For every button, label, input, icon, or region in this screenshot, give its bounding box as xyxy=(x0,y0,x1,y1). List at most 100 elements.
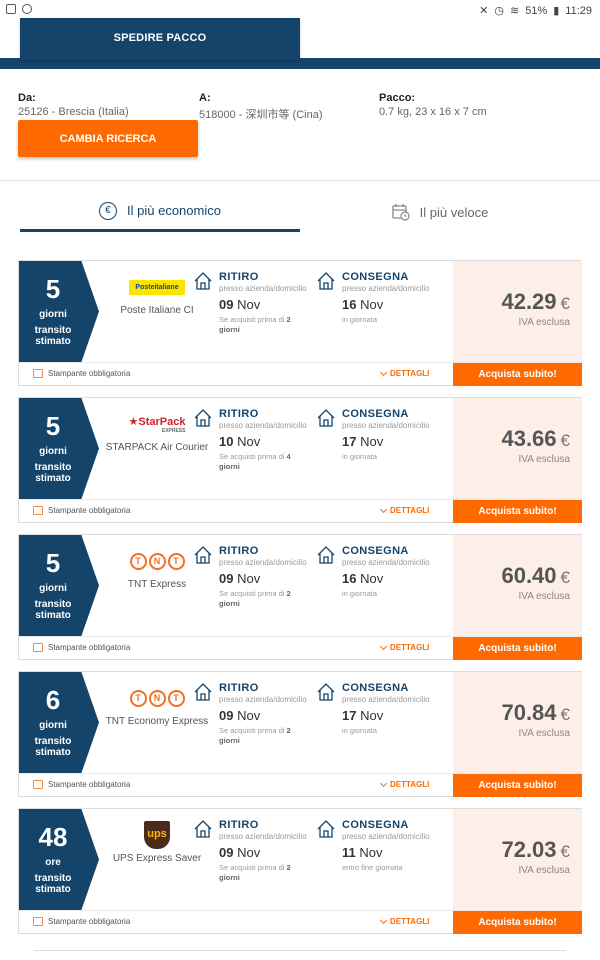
printer-icon xyxy=(33,369,43,378)
transit-unit: giorni xyxy=(39,446,67,457)
pickup-title: RITIRO xyxy=(219,682,259,694)
transit-badge: 5 giorni transito stimato xyxy=(19,261,99,362)
price: 72.03 € xyxy=(501,837,570,862)
chevron-down-icon xyxy=(379,779,388,787)
price-box: 60.40 € IVA esclusa xyxy=(453,535,582,636)
offer-footer: Stampante obbligatoria DETTAGLI Acquista… xyxy=(19,910,582,934)
pickup-subtitle: presso azienda/domicilio xyxy=(219,558,307,567)
pickup-title: RITIRO xyxy=(219,545,259,557)
price-box: 42.29 € IVA esclusa xyxy=(453,261,582,362)
delivery-title: CONSEGNA xyxy=(342,819,409,831)
details-link[interactable]: DETTAGLI xyxy=(379,505,429,515)
tab-ship-package[interactable]: SPEDIRE PACCO xyxy=(20,18,300,60)
price-box: 43.66 € IVA esclusa xyxy=(453,398,582,499)
delivery-subtitle: presso azienda/domicilio xyxy=(342,284,430,293)
pickup-subtitle: presso azienda/domicilio xyxy=(219,421,307,430)
pickup-subtitle: presso azienda/domicilio xyxy=(219,832,307,841)
house-icon xyxy=(194,272,212,290)
pickup-note: Se acquisti prima di 2 giorni xyxy=(219,726,291,745)
package-value: 0.7 kg, 23 x 16 x 7 cm xyxy=(379,106,487,118)
buy-now-button[interactable]: Acquista subito! xyxy=(453,911,582,934)
pickup-note: Se acquisti prima di 2 giorni xyxy=(219,589,291,608)
delivery-title: CONSEGNA xyxy=(342,682,409,694)
offer-footer: Stampante obbligatoria DETTAGLI Acquista… xyxy=(19,499,582,523)
origin-label: Da: xyxy=(18,92,36,104)
pickup-title: RITIRO xyxy=(219,271,259,283)
offer-card: 5 giorni transito stimato ★StarPack EXPRES… xyxy=(18,397,582,523)
transit-unit: giorni xyxy=(39,309,67,320)
pickup-date: 09 Nov xyxy=(219,297,261,312)
footer-divider xyxy=(34,950,566,951)
details-link[interactable]: DETTAGLI xyxy=(379,779,429,789)
buy-now-button[interactable]: Acquista subito! xyxy=(453,637,582,660)
tab-fastest[interactable]: Il più veloce xyxy=(300,192,580,232)
house-icon xyxy=(317,820,335,838)
pickup-date: 09 Nov xyxy=(219,708,261,723)
status-left xyxy=(6,4,32,14)
carrier-name: TNT Economy Express xyxy=(105,716,209,727)
offer-card: 5 giorni transito stimato TNT TNT Express… xyxy=(18,534,582,660)
delivery-note: in giornata xyxy=(342,452,378,461)
vat-note: IVA esclusa xyxy=(518,728,570,739)
tab-cheapest[interactable]: € Il più economico xyxy=(20,192,300,232)
price: 42.29 € xyxy=(501,289,570,314)
chevron-down-icon xyxy=(379,368,388,376)
printer-required: Stampante obbligatoria xyxy=(33,506,130,515)
pickup-note: Se acquisti prima di 4 giorni xyxy=(219,452,291,471)
details-link[interactable]: DETTAGLI xyxy=(379,916,429,926)
details-link[interactable]: DETTAGLI xyxy=(379,368,429,378)
poste-italiane-logo: Posteitaliane xyxy=(129,279,185,295)
printer-required: Stampante obbligatoria xyxy=(33,917,130,926)
printer-icon xyxy=(33,506,43,515)
transit-number: 48 xyxy=(38,822,68,852)
buy-now-button[interactable]: Acquista subito! xyxy=(453,774,582,797)
transit-number: 6 xyxy=(45,685,61,715)
transit-number: 5 xyxy=(45,274,61,304)
transit-unit: giorni xyxy=(39,583,67,594)
euro-icon: € xyxy=(99,201,118,220)
change-search-button[interactable]: CAMBIA RICERCA xyxy=(18,120,198,157)
offer-footer: Stampante obbligatoria DETTAGLI Acquista… xyxy=(19,773,582,797)
wifi-icon: ≋ xyxy=(509,5,520,17)
tab-cheapest-label: Il più economico xyxy=(127,203,221,218)
transit-badge: 6 giorni transito stimato xyxy=(19,672,99,773)
delivery-subtitle: presso azienda/domicilio xyxy=(342,695,430,704)
transit-label: transito stimato xyxy=(34,599,72,621)
carrier-name: Poste Italiane CI xyxy=(120,305,194,316)
transit-label: transito stimato xyxy=(34,462,72,484)
offer-card: 6 giorni transito stimato TNT TNT Economy… xyxy=(18,671,582,797)
delivery-note: in giornata xyxy=(342,726,378,735)
battery-level: 51% xyxy=(525,4,548,17)
house-icon xyxy=(317,409,335,427)
delivery-date: 17 Nov xyxy=(342,708,384,723)
house-icon xyxy=(317,272,335,290)
transit-unit: ore xyxy=(45,857,61,868)
delivery-note: in giornata xyxy=(342,589,378,598)
printer-required: Stampante obbligatoria xyxy=(33,369,130,378)
price: 43.66 € xyxy=(501,426,570,451)
details-link[interactable]: DETTAGLI xyxy=(379,642,429,652)
vat-note: IVA esclusa xyxy=(518,865,570,876)
house-icon xyxy=(317,683,335,701)
printer-required: Stampante obbligatoria xyxy=(33,780,130,789)
printer-icon xyxy=(33,780,43,789)
delivery-date: 11 Nov xyxy=(342,845,383,860)
package-info: Pacco: 0.7 kg, 23 x 16 x 7 cm xyxy=(379,92,487,118)
transit-label: transito stimato xyxy=(34,736,72,758)
tnt-logo: TNT xyxy=(129,552,185,570)
chevron-down-icon xyxy=(379,505,388,513)
pickup-note: Se acquisti prima di 2 giorni xyxy=(219,863,291,882)
vat-note: IVA esclusa xyxy=(518,454,570,465)
printer-icon xyxy=(33,917,43,926)
buy-now-button[interactable]: Acquista subito! xyxy=(453,363,582,386)
delivery-title: CONSEGNA xyxy=(342,545,409,557)
transit-badge: 5 giorni transito stimato xyxy=(19,535,99,636)
delivery-date: 17 Nov xyxy=(342,434,384,449)
clock: 11:29 xyxy=(565,4,592,17)
origin-value: 25126 - Brescia (Italia) xyxy=(18,106,129,118)
package-label: Pacco: xyxy=(379,92,416,104)
pickup-title: RITIRO xyxy=(219,819,259,831)
transit-badge: 48 ore transito stimato xyxy=(19,809,99,910)
buy-now-button[interactable]: Acquista subito! xyxy=(453,500,582,523)
shop-notification-icon xyxy=(6,4,16,14)
